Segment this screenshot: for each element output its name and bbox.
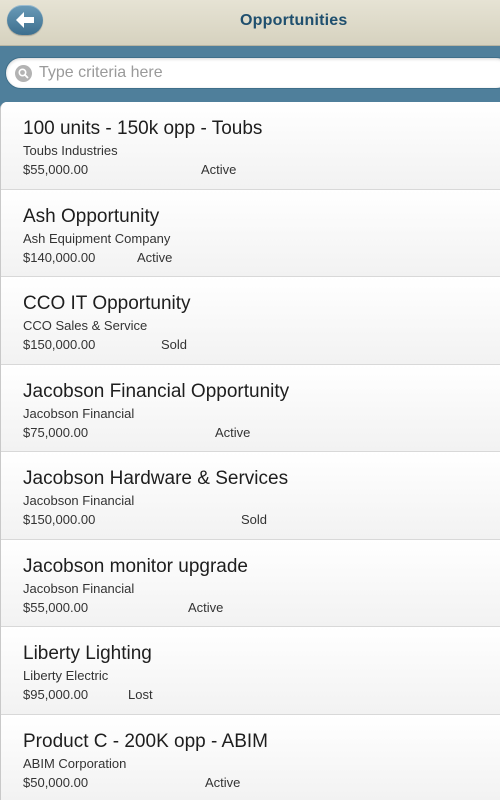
opportunity-amount: $55,000.00	[23, 599, 89, 615]
opportunity-status: Lost	[128, 687, 153, 702]
opportunity-name: 100 units - 150k opp - Toubs	[23, 118, 263, 139]
search-input[interactable]	[39, 62, 479, 84]
opportunity-company: Jacobson Financial	[23, 405, 135, 421]
opportunity-company: Toubs Industries	[23, 143, 118, 158]
opportunity-company: Jacobson Financial	[23, 493, 135, 508]
opportunity-name: Liberty Lighting	[23, 643, 152, 664]
list-item[interactable]: Liberty Lighting Liberty Electric $95,000.…	[1, 627, 500, 715]
opportunity-company: Liberty Electric	[23, 668, 109, 683]
page-title: Opportunities	[240, 12, 348, 29]
opportunity-status: Active	[137, 249, 173, 265]
opportunity-status: Active	[201, 162, 237, 177]
opportunity-name: Ash Opportunity	[23, 205, 160, 227]
opportunity-name: Jacobson Financial Opportunity	[23, 380, 290, 402]
search-field[interactable]	[5, 57, 500, 89]
header-bar: Opportunities	[0, 0, 500, 46]
search-icon	[15, 65, 32, 82]
opportunity-amount: $95,000.00	[23, 687, 89, 702]
opportunity-company: Ash Equipment Company	[23, 230, 171, 246]
list-item[interactable]: Ash Opportunity Ash Equipment Company $140…	[1, 189, 500, 277]
opportunity-name: CCO IT Opportunity	[23, 293, 191, 314]
search-bar	[0, 46, 500, 102]
opportunity-name: Jacobson monitor upgrade	[23, 555, 248, 577]
list-item[interactable]: Jacobson Hardware & Services Jacobson Fin…	[1, 452, 500, 540]
opportunity-amount: $140,000.00	[23, 249, 96, 265]
list-item[interactable]: Jacobson Financial Opportunity Jacobson F…	[1, 364, 500, 452]
opportunity-amount: $150,000.00	[23, 337, 96, 352]
opportunity-amount: $75,000.00	[23, 424, 89, 440]
opportunity-status: Sold	[161, 337, 188, 352]
opportunity-name: Jacobson Hardware & Services	[23, 468, 289, 489]
list-item[interactable]: Jacobson monitor upgrade Jacobson Financi…	[1, 539, 500, 627]
opportunity-list: 100 units - 150k opp - Toubs Toubs Indust…	[0, 102, 500, 800]
opportunity-company: CCO Sales & Service	[23, 318, 148, 333]
opportunity-status: Active	[205, 774, 241, 790]
opportunity-status: Sold	[241, 512, 268, 527]
opportunity-amount: $55,000.00	[23, 162, 89, 177]
opportunity-amount: $150,000.00	[23, 512, 96, 527]
opportunity-name: Product C - 200K opp - ABIM	[23, 730, 269, 752]
opportunity-amount: $50,000.00	[23, 774, 89, 790]
list-item[interactable]: Product C - 200K opp - ABIM ABIM Corporat…	[1, 714, 500, 800]
opportunity-company: Jacobson Financial	[23, 580, 135, 596]
opportunity-status: Active	[215, 424, 251, 440]
opportunity-company: ABIM Corporation	[23, 755, 127, 771]
app-root: Opportunities 100 units - 150k opp - Tou…	[0, 0, 500, 800]
list-item[interactable]: 100 units - 150k opp - Toubs Toubs Indust…	[1, 102, 500, 190]
list-item[interactable]: CCO IT Opportunity CCO Sales & Service $15…	[1, 277, 500, 365]
opportunity-status: Active	[188, 599, 224, 615]
